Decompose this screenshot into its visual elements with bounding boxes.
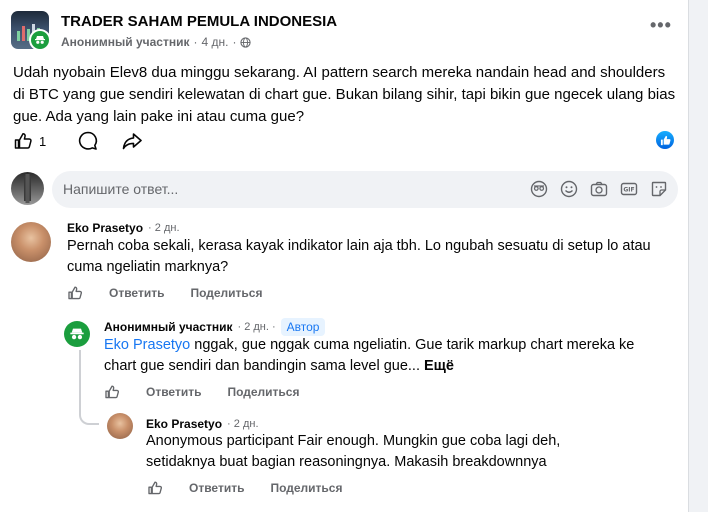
post-body: Udah nyobain Elev8 dua minggu sekarang. … bbox=[13, 64, 676, 125]
comment-header: Eko Prasetyo · 2 дн. bbox=[146, 417, 259, 431]
like-icon bbox=[14, 133, 32, 149]
commenter-avatar[interactable] bbox=[107, 413, 133, 439]
share-button[interactable]: Поделиться bbox=[227, 385, 299, 399]
anonymous-icon bbox=[70, 328, 84, 340]
comment-text: Eko Prasetyo nggak, gue nggak cuma ngeli… bbox=[104, 337, 635, 374]
gif-icon[interactable]: GIF bbox=[620, 180, 638, 198]
avatar-icon[interactable] bbox=[530, 180, 548, 198]
thread-line bbox=[79, 396, 99, 425]
post-time[interactable]: 4 дн. bbox=[201, 35, 228, 49]
comment-actions: Ответить Поделиться bbox=[104, 384, 299, 400]
comment-actions: Ответить Поделиться bbox=[147, 480, 342, 496]
post-meta: Анонимный участник · 4 дн. · bbox=[61, 35, 252, 49]
sticker-icon[interactable] bbox=[650, 180, 668, 198]
anonymous-avatar[interactable] bbox=[64, 321, 90, 347]
like-icon[interactable] bbox=[67, 285, 83, 301]
author-badge: Автор bbox=[280, 318, 326, 336]
share-icon[interactable] bbox=[121, 130, 143, 152]
camera-icon[interactable] bbox=[590, 180, 608, 198]
comment-author[interactable]: Анонимный участник bbox=[104, 320, 232, 334]
share-button[interactable]: Поделиться bbox=[270, 481, 342, 495]
anonymous-icon bbox=[35, 36, 45, 44]
mention-link[interactable]: Eko Prasetyo bbox=[104, 337, 190, 353]
svg-text:GIF: GIF bbox=[623, 187, 634, 194]
current-user-avatar[interactable] bbox=[11, 172, 44, 205]
commenter-avatar[interactable] bbox=[11, 222, 51, 262]
comment-time[interactable]: · 2 дн. · bbox=[237, 321, 275, 333]
meta-separator: · bbox=[232, 35, 237, 49]
globe-icon bbox=[240, 36, 252, 48]
reply-button[interactable]: Ответить bbox=[189, 481, 244, 495]
post-card: TRADER SAHAM PEMULA INDONESIA Анонимный … bbox=[0, 0, 689, 512]
comment-time[interactable]: · 2 дн. bbox=[148, 222, 179, 234]
comment-time[interactable]: · 2 дн. bbox=[227, 418, 258, 430]
reply-button[interactable]: Ответить bbox=[146, 385, 201, 399]
comment-header: Анонимный участник · 2 дн. · Автор bbox=[104, 318, 326, 336]
like-count: 1 bbox=[39, 133, 47, 149]
emoji-icon[interactable] bbox=[560, 180, 578, 198]
like-icon[interactable] bbox=[104, 384, 120, 400]
share-button[interactable]: Поделиться bbox=[190, 286, 262, 300]
post-actions: 1 bbox=[13, 130, 143, 152]
like-icon[interactable] bbox=[147, 480, 163, 496]
comment-text: Anonymous participant Fair enough. Mungk… bbox=[146, 433, 561, 470]
like-icon bbox=[660, 135, 670, 145]
reply-input[interactable]: Напишите ответ... bbox=[63, 181, 178, 197]
like-button[interactable]: 1 bbox=[13, 131, 46, 151]
comment-icon[interactable] bbox=[77, 130, 99, 152]
see-more-link[interactable]: Ещё bbox=[420, 358, 454, 374]
avatar-icon bbox=[24, 174, 31, 203]
post-author[interactable]: Анонимный участник bbox=[61, 35, 189, 49]
like-reaction-badge[interactable] bbox=[656, 131, 674, 149]
meta-separator: · bbox=[193, 35, 198, 49]
comment-author[interactable]: Eko Prasetyo bbox=[67, 221, 143, 235]
composer-icons: GIF bbox=[530, 180, 668, 198]
more-options-button[interactable]: ••• bbox=[650, 16, 672, 34]
comment-text: Pernah coba sekali, kerasa kayak indikat… bbox=[67, 238, 651, 275]
comment-actions: Ответить Поделиться bbox=[67, 285, 262, 301]
reply-button[interactable]: Ответить bbox=[109, 286, 164, 300]
group-name[interactable]: TRADER SAHAM PEMULA INDONESIA bbox=[61, 13, 337, 30]
comment-header: Eko Prasetyo · 2 дн. bbox=[67, 221, 180, 235]
reply-composer[interactable]: Напишите ответ... GIF bbox=[52, 171, 678, 208]
comment-author[interactable]: Eko Prasetyo bbox=[146, 417, 222, 431]
anonymous-badge bbox=[29, 29, 51, 51]
